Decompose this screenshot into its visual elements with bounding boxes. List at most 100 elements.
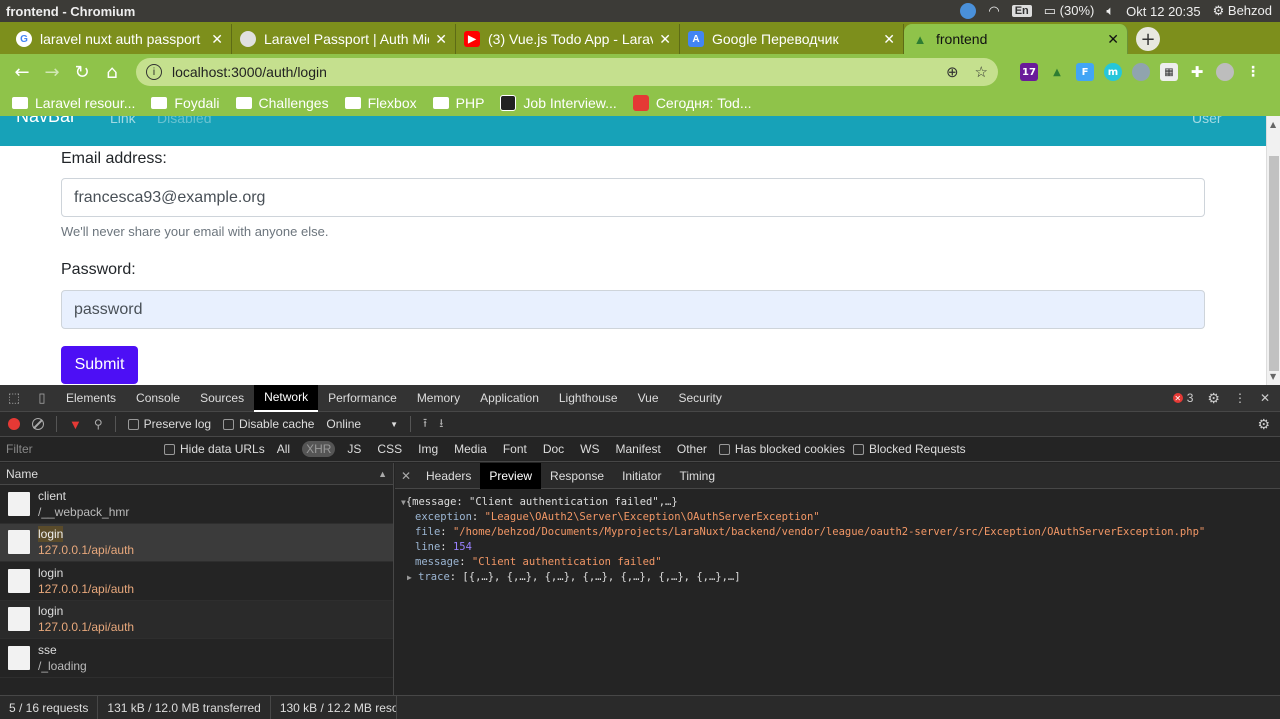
tab-memory[interactable]: Memory: [407, 385, 470, 412]
filter-img[interactable]: Img: [414, 441, 442, 457]
bookmark-link[interactable]: Job Interview...: [500, 95, 617, 111]
user-menu[interactable]: ⚙ Behzod: [1213, 3, 1272, 19]
address-bar[interactable]: i localhost:3000/auth/login ⊕ ☆: [136, 58, 998, 86]
vue-devtools-icon[interactable]: ▲: [1048, 63, 1066, 81]
settings-gear-icon[interactable]: ⚙: [1207, 390, 1220, 407]
scroll-down-icon[interactable]: ▼: [1270, 372, 1276, 381]
forward-icon[interactable]: →: [38, 58, 66, 86]
bookmark-star-icon[interactable]: ☆: [975, 63, 988, 81]
email-field[interactable]: francesca93@example.org: [61, 178, 1205, 217]
tab-vue[interactable]: Vue: [628, 385, 669, 412]
browser-tab[interactable]: ▶ (3) Vue.js Todo App - Laravel ✕: [456, 24, 680, 54]
bookmark-folder[interactable]: Foydali: [151, 95, 220, 111]
close-detail-icon[interactable]: ✕: [395, 469, 417, 483]
navbar-link[interactable]: Link: [110, 116, 136, 126]
filter-doc[interactable]: Doc: [539, 441, 568, 457]
filter-manifest[interactable]: Manifest: [612, 441, 665, 457]
kebab-menu-icon[interactable]: ⋮: [1234, 391, 1246, 405]
filter-input[interactable]: Filter: [6, 442, 156, 456]
filter-icon[interactable]: ▼: [69, 417, 82, 432]
browser-tab[interactable]: G laravel nuxt auth passport ✕: [8, 24, 232, 54]
tab-preview[interactable]: Preview: [480, 462, 542, 489]
import-har-icon[interactable]: ⭱: [423, 414, 427, 435]
device-toolbar-icon[interactable]: ▯: [28, 390, 56, 406]
filter-ws[interactable]: WS: [576, 441, 603, 457]
json-root[interactable]: ▼{message: "Client authentication failed…: [401, 495, 1274, 510]
tab-response[interactable]: Response: [541, 463, 613, 489]
tab-console[interactable]: Console: [126, 385, 190, 412]
volume-icon[interactable]: 🔈︎: [1106, 3, 1114, 19]
hide-data-urls-checkbox[interactable]: Hide data URLs: [164, 442, 265, 456]
tab-application[interactable]: Application: [470, 385, 549, 412]
qr-code-icon[interactable]: ▦: [1160, 63, 1178, 81]
filter-xhr[interactable]: XHR: [302, 441, 336, 457]
site-info-icon[interactable]: i: [146, 64, 162, 80]
network-settings-gear-icon[interactable]: ⚙: [1257, 416, 1270, 433]
browser-tab[interactable]: A Google Переводчик ✕: [680, 24, 904, 54]
blocked-requests-checkbox[interactable]: Blocked Requests: [852, 442, 966, 456]
back-icon[interactable]: ←: [8, 58, 36, 86]
puzzle-icon[interactable]: ✚: [1188, 63, 1206, 81]
tab-timing[interactable]: Timing: [670, 463, 724, 489]
browser-tab[interactable]: Laravel Passport | Auth Middleware ✕: [232, 24, 456, 54]
bookmark-folder[interactable]: Challenges: [235, 95, 329, 111]
tab-security[interactable]: Security: [669, 385, 732, 412]
inspect-element-icon[interactable]: ⬚: [0, 390, 28, 406]
password-field[interactable]: password: [61, 290, 1205, 329]
record-extension-icon[interactable]: [1132, 63, 1150, 81]
bookmark-folder[interactable]: Flexbox: [344, 95, 417, 111]
navbar-user[interactable]: User: [1192, 116, 1222, 126]
filter-media[interactable]: Media: [450, 441, 491, 457]
search-icon[interactable]: ⚲: [94, 417, 103, 431]
bookmark-link[interactable]: Сегодня: Tod...: [632, 95, 752, 111]
tab-initiator[interactable]: Initiator: [613, 463, 670, 489]
zoom-icon[interactable]: ⊕: [946, 63, 959, 81]
close-icon[interactable]: ✕: [435, 31, 447, 48]
request-row[interactable]: client/__webpack_hmr: [0, 485, 393, 524]
home-icon[interactable]: ⌂: [98, 58, 126, 86]
request-row[interactable]: sse/_loading: [0, 639, 393, 678]
filter-js[interactable]: JS: [343, 441, 365, 457]
filter-font[interactable]: Font: [499, 441, 531, 457]
filter-other[interactable]: Other: [673, 441, 711, 457]
filter-css[interactable]: CSS: [373, 441, 406, 457]
error-counter[interactable]: ✕ 3: [1172, 391, 1193, 405]
tab-network[interactable]: Network: [254, 384, 319, 412]
clock[interactable]: Okt 12 20:35: [1126, 4, 1200, 19]
new-tab-button[interactable]: +: [1136, 27, 1160, 51]
menu-icon[interactable]: ⋮: [1244, 63, 1262, 81]
tab-sources[interactable]: Sources: [190, 385, 254, 412]
navbar-brand[interactable]: NavBar: [16, 116, 76, 127]
close-icon[interactable]: ✕: [883, 31, 895, 48]
page-scrollbar[interactable]: ▲ ▼: [1266, 116, 1280, 385]
close-icon[interactable]: ✕: [1107, 31, 1119, 48]
close-icon[interactable]: ✕: [659, 31, 671, 48]
export-har-icon[interactable]: ⭳: [439, 414, 443, 435]
request-row[interactable]: login 127.0.0.1/api/auth: [0, 562, 393, 601]
tab-headers[interactable]: Headers: [417, 463, 480, 489]
name-column-header[interactable]: Name ▲: [0, 463, 393, 485]
f-extension-icon[interactable]: F: [1076, 63, 1094, 81]
record-icon[interactable]: [8, 418, 20, 430]
json-entry[interactable]: ▶ trace: [{,…}, {,…}, {,…}, {,…}, {,…}, …: [401, 570, 1274, 585]
close-icon[interactable]: ✕: [211, 31, 223, 48]
reload-icon[interactable]: ↻: [68, 58, 96, 86]
keyboard-layout[interactable]: En: [1011, 5, 1032, 17]
filter-all[interactable]: All: [273, 441, 294, 457]
scroll-up-icon[interactable]: ▲: [1270, 120, 1276, 129]
notification-badge-icon[interactable]: 17: [1020, 63, 1038, 81]
m-extension-icon[interactable]: m: [1104, 63, 1122, 81]
battery-indicator[interactable]: ▭ (30%): [1044, 3, 1095, 19]
close-devtools-icon[interactable]: ✕: [1260, 391, 1270, 405]
disable-cache-checkbox[interactable]: Disable cache: [223, 417, 314, 431]
has-blocked-cookies-checkbox[interactable]: Has blocked cookies: [718, 442, 845, 456]
bookmark-folder[interactable]: PHP: [432, 95, 484, 111]
wifi-icon[interactable]: ◠: [988, 3, 999, 19]
updates-icon[interactable]: [960, 3, 977, 19]
clear-icon[interactable]: [32, 418, 44, 430]
tab-elements[interactable]: Elements: [56, 385, 126, 412]
bookmark-folder[interactable]: Laravel resour...: [12, 95, 135, 111]
profile-avatar-icon[interactable]: [1216, 63, 1234, 81]
browser-tab-active[interactable]: ▲ frontend ✕: [904, 24, 1128, 54]
throttling-select[interactable]: Online ▼: [326, 417, 398, 431]
